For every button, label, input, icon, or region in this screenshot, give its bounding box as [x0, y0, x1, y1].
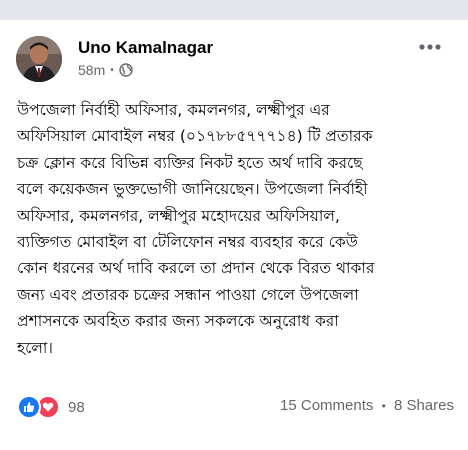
post-text: উপজেলা নির্বাহী অফিসার, কমলনগর, লক্ষ্মীপ… — [17, 97, 457, 361]
post-meta: 58m • — [78, 62, 133, 78]
more-options-button[interactable] — [418, 34, 442, 57]
avatar[interactable] — [16, 36, 62, 82]
more-dots-icon — [419, 44, 441, 50]
post-line: ব্যক্তিগত মোবাইল বা টেলিফোন নম্বর ব্যবহা… — [17, 233, 358, 252]
post-line: হলো। — [17, 338, 53, 357]
post-line: চক্র ক্লোন করে বিভিন্ন ব্যক্তির নিকট হতে… — [17, 153, 363, 172]
post-line: বলে কয়েকজন ভুক্তভোগী জানিয়েছেন। উপজেলা… — [17, 180, 368, 199]
meta-separator: • — [110, 64, 114, 76]
stats-separator: • — [381, 399, 386, 413]
like-icon — [17, 395, 41, 419]
avatar-photo — [16, 36, 62, 82]
post-line: অফিসার, কমলনগর, লক্ষ্মীপুর মহোদয়ের অফিস… — [17, 206, 340, 225]
comments-count-link[interactable]: 15 Comments — [280, 397, 373, 414]
post-line: প্রশাসনকে অবহিত করার জন্য সকলকে অনুরোধ ক… — [17, 312, 339, 331]
engagement-stats: 15 Comments • 8 Shares — [280, 397, 454, 414]
reaction-count: 98 — [68, 398, 85, 416]
author-name[interactable]: Uno Kamalnagar — [78, 38, 213, 58]
post-time[interactable]: 58m — [78, 62, 105, 78]
top-bar — [0, 0, 468, 20]
globe-icon — [119, 63, 133, 77]
post-line: জন্য এবং প্রতারক চক্রের সন্ধান পাওয়া গে… — [17, 285, 359, 304]
post-line: উপজেলা নির্বাহী অফিসার, কমলনগর, লক্ষ্মীপ… — [17, 101, 330, 119]
shares-count-link[interactable]: 8 Shares — [394, 397, 454, 414]
post-line: অফিসিয়াল মোবাইল নম্বর (০১৭৮৮৫৭৭৭১৪) টি … — [17, 127, 373, 146]
reactions-summary[interactable]: 98 — [17, 395, 85, 419]
post-line: কোন ধরনের অর্থ দাবি করলে তা প্রদান থেকে … — [17, 259, 375, 278]
